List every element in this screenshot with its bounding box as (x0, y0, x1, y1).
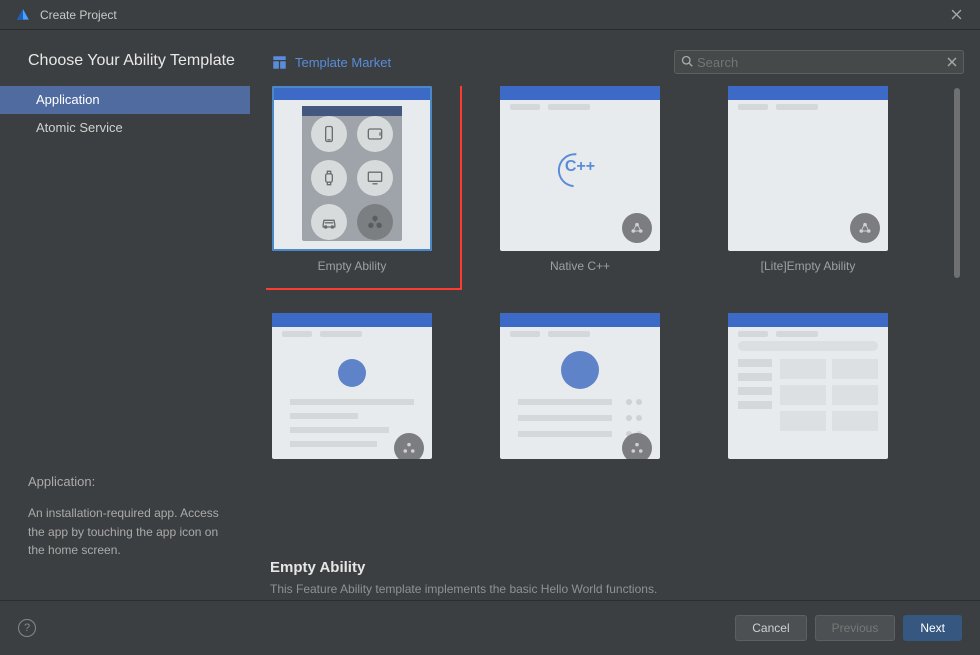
sidebar-desc-label: Application: (28, 472, 238, 492)
template-card-native-cpp[interactable]: C++ Native C++ (500, 86, 660, 273)
device-badge-icon (394, 433, 424, 459)
template-label: Empty Ability (318, 259, 387, 273)
content-area: Template Market (250, 30, 980, 600)
cancel-button[interactable]: Cancel (735, 615, 806, 641)
x-icon (947, 57, 957, 67)
device-badge-icon (622, 433, 652, 459)
watch-icon (311, 160, 347, 196)
app-logo-icon (16, 8, 30, 22)
page-title: Choose Your Ability Template (0, 52, 250, 82)
template-label: [Lite]Empty Ability (761, 259, 856, 273)
tv-icon (357, 160, 393, 196)
template-market-link[interactable]: Template Market (272, 55, 391, 70)
next-button[interactable]: Next (903, 615, 962, 641)
template-card-empty-ability[interactable]: Empty Ability (272, 86, 432, 273)
cpp-icon: C++ (565, 158, 595, 176)
scrollbar[interactable] (954, 88, 960, 278)
sidebar-desc-body: An installation-required app. Access the… (28, 504, 238, 560)
content-topbar: Template Market (272, 50, 964, 74)
template-card-list[interactable] (500, 313, 660, 459)
template-grid: Empty Ability C++ Native C++ (266, 86, 964, 554)
help-button[interactable]: ? (18, 619, 36, 637)
device-preview (302, 106, 402, 241)
car-icon (311, 204, 347, 240)
detail-title: Empty Ability (270, 559, 657, 576)
template-card-lite-empty-ability[interactable]: [Lite]Empty Ability (728, 86, 888, 273)
app-type-list: Application Atomic Service (0, 86, 250, 142)
device-badge-icon (622, 213, 652, 243)
close-button[interactable] (942, 1, 970, 29)
previous-button[interactable]: Previous (815, 615, 896, 641)
detail-desc: This Feature Ability template implements… (270, 582, 657, 596)
tablet-icon (357, 116, 393, 152)
app-type-application[interactable]: Application (0, 86, 250, 114)
device-badge-icon (357, 204, 393, 240)
sidebar: Choose Your Ability Template Application… (0, 30, 250, 600)
template-card-grid[interactable] (728, 313, 888, 459)
template-label: Native C++ (550, 259, 610, 273)
template-market-label: Template Market (295, 55, 391, 70)
sidebar-description: Application: An installation-required ap… (28, 472, 238, 560)
titlebar: Create Project (0, 0, 980, 30)
search-box[interactable] (674, 50, 964, 74)
market-icon (272, 56, 287, 69)
phone-icon (311, 116, 347, 152)
search-clear-button[interactable] (947, 55, 957, 70)
app-type-atomic-service[interactable]: Atomic Service (0, 114, 250, 142)
search-input[interactable] (693, 55, 941, 70)
device-badge-icon (850, 213, 880, 243)
footer: ? Cancel Previous Next (0, 600, 980, 655)
template-detail: Empty Ability This Feature Ability templ… (270, 559, 657, 596)
search-icon (681, 55, 693, 70)
close-icon (951, 9, 962, 20)
template-card-about[interactable] (272, 313, 432, 459)
window-title: Create Project (40, 8, 942, 22)
